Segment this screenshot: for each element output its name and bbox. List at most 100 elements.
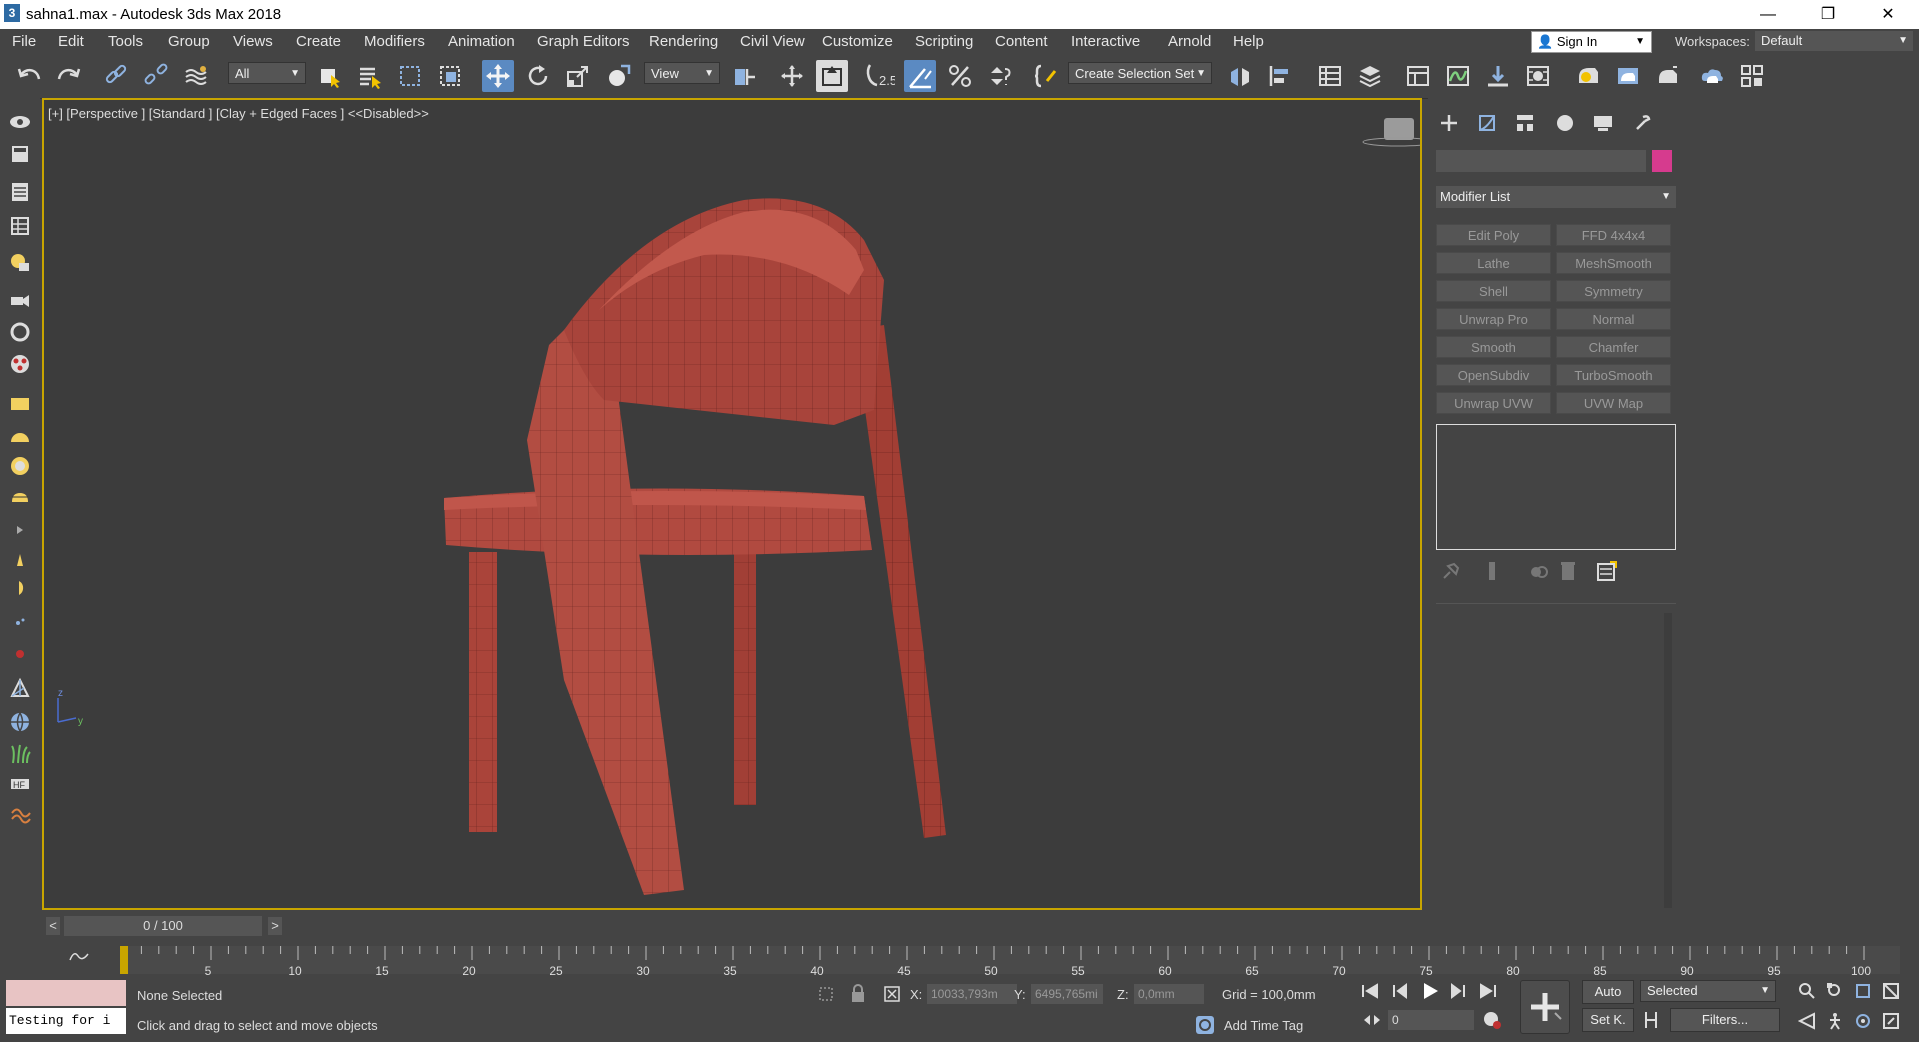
modifier-button[interactable]: Lathe	[1436, 252, 1551, 274]
make-unique-icon[interactable]	[1528, 560, 1550, 585]
current-frame-marker[interactable]	[120, 946, 128, 974]
select-object-button[interactable]	[314, 60, 346, 92]
set-key-button[interactable]: Set K.	[1582, 1008, 1634, 1032]
modifier-button[interactable]: Unwrap Pro	[1436, 308, 1551, 330]
select-and-manipulate-button[interactable]	[776, 60, 808, 92]
menu-interactive[interactable]: Interactive	[1071, 33, 1140, 50]
menu-tools[interactable]: Tools	[108, 33, 143, 50]
percent-snap-toggle-button[interactable]	[944, 60, 976, 92]
hemisphere-icon[interactable]	[8, 424, 32, 448]
table-view-icon[interactable]	[8, 214, 32, 238]
sign-in-dropdown[interactable]: 👤 Sign In ▼	[1531, 31, 1652, 53]
film-reel-icon[interactable]	[8, 352, 32, 376]
layer-manager-icon[interactable]	[8, 180, 32, 204]
x-coordinate-field[interactable]: 10033,793m	[927, 984, 1017, 1004]
select-and-link-button[interactable]	[100, 60, 132, 92]
mini-curve-editor-icon[interactable]	[68, 948, 90, 967]
menu-arnold[interactable]: Arnold	[1168, 33, 1211, 50]
snaps-toggle-button[interactable]: 2.5	[864, 60, 896, 92]
menu-edit[interactable]: Edit	[58, 33, 84, 50]
half-moon-icon[interactable]	[8, 576, 32, 600]
box-icon[interactable]	[8, 392, 32, 416]
current-frame-field[interactable]: 0	[1388, 1010, 1474, 1030]
curve-editor-button[interactable]	[1442, 60, 1474, 92]
lighting-icon[interactable]	[8, 250, 32, 274]
modifier-button[interactable]: Smooth	[1436, 336, 1551, 358]
menu-graph-editors[interactable]: Graph Editors	[537, 33, 630, 50]
modifier-list-dropdown[interactable]: Modifier List ▼	[1436, 186, 1676, 208]
timeline-ruler[interactable]: 5 10 15 20 25 30 35 40 45 50 55 60 65 70…	[120, 946, 1900, 978]
go-to-end-icon[interactable]	[1478, 982, 1498, 1003]
key-mode-icon[interactable]	[1362, 1012, 1382, 1031]
motion-tab-icon[interactable]	[1550, 108, 1580, 138]
track-bar[interactable]: 5 10 15 20 25 30 35 40 45 50 55 60 65 70…	[42, 942, 1919, 978]
key-filter-icon[interactable]	[1642, 1010, 1664, 1033]
redo-button[interactable]	[52, 60, 84, 92]
schematic-view-button[interactable]	[1482, 60, 1514, 92]
globe-icon[interactable]	[8, 710, 32, 734]
menu-create[interactable]: Create	[296, 33, 341, 50]
viewcube[interactable]	[1384, 118, 1414, 140]
angle-snap-toggle-button[interactable]	[904, 60, 936, 92]
select-and-rotate-button[interactable]	[522, 60, 554, 92]
zoom-extents-icon[interactable]	[1854, 982, 1872, 1003]
field-of-view-icon[interactable]	[1797, 1012, 1816, 1033]
compass-icon[interactable]	[8, 676, 32, 700]
sphere-icon[interactable]	[8, 454, 32, 478]
edit-named-selection-sets-button[interactable]	[1030, 60, 1062, 92]
add-time-tag[interactable]: Add Time Tag	[1224, 1018, 1303, 1033]
isolate-selection-icon[interactable]	[816, 984, 836, 1007]
menu-content[interactable]: Content	[995, 33, 1048, 50]
set-keys-button[interactable]	[1520, 980, 1570, 1034]
render-in-cloud-button[interactable]	[1696, 60, 1728, 92]
key-filters-button[interactable]: Filters...	[1670, 1008, 1780, 1032]
lock-icon[interactable]	[850, 984, 866, 1007]
render-setup-button[interactable]	[1572, 60, 1604, 92]
configure-modifier-sets-icon[interactable]	[1596, 560, 1618, 585]
modifier-button[interactable]: Unwrap UVW	[1436, 392, 1551, 414]
absolute-mode-icon[interactable]	[882, 984, 902, 1007]
wave-icon[interactable]	[8, 802, 32, 826]
modifier-button[interactable]: Shell	[1436, 280, 1551, 302]
time-slider[interactable]: 0 / 100	[64, 916, 262, 936]
modifier-button[interactable]: MeshSmooth	[1556, 252, 1671, 274]
zoom-all-icon[interactable]	[1826, 982, 1844, 1003]
hair-fur-icon[interactable]: HF	[8, 772, 32, 796]
workspaces-select[interactable]: Default ▼	[1755, 31, 1913, 51]
pivot-point-center-button[interactable]	[728, 60, 760, 92]
a360-gallery-button[interactable]	[1736, 60, 1768, 92]
pin-stack-icon[interactable]	[1440, 560, 1462, 585]
zoom-icon[interactable]	[1798, 982, 1816, 1003]
play-icon[interactable]	[1420, 981, 1440, 1004]
unlink-selection-button[interactable]	[140, 60, 172, 92]
restore-button[interactable]: ❐	[1800, 0, 1856, 29]
reference-coordinate-dropdown[interactable]: View ▼	[644, 62, 720, 84]
light-bulb-icon[interactable]	[8, 548, 32, 572]
menu-customize[interactable]: Customize	[822, 33, 893, 50]
toggle-scene-explorer-button[interactable]	[1402, 60, 1434, 92]
modifier-stack[interactable]	[1436, 424, 1676, 550]
modifier-button[interactable]: TurboSmooth	[1556, 364, 1671, 386]
time-tag-icon[interactable]	[1194, 1014, 1216, 1039]
chair-model[interactable]: z y	[44, 100, 1420, 908]
menu-modifiers[interactable]: Modifiers	[364, 33, 425, 50]
show-end-result-icon[interactable]	[1484, 560, 1500, 585]
menu-scripting[interactable]: Scripting	[915, 33, 973, 50]
next-frame-icon[interactable]	[1448, 982, 1468, 1003]
select-by-name-button[interactable]	[354, 60, 386, 92]
helper-icon[interactable]	[8, 320, 32, 344]
keyboard-shortcut-override-button[interactable]	[816, 60, 848, 92]
named-selection-sets-dropdown[interactable]: Create Selection Set ▼	[1068, 62, 1212, 84]
modify-tab-icon[interactable]	[1472, 108, 1502, 138]
scene-explorer-icon[interactable]	[8, 142, 32, 166]
menu-animation[interactable]: Animation	[448, 33, 515, 50]
orbit-icon[interactable]	[1854, 1012, 1872, 1033]
modifier-button[interactable]: OpenSubdiv	[1436, 364, 1551, 386]
close-button[interactable]: ✕	[1860, 0, 1916, 29]
select-and-scale-button[interactable]	[562, 60, 594, 92]
menu-rendering[interactable]: Rendering	[649, 33, 718, 50]
modifier-button[interactable]: FFD 4x4x4	[1556, 224, 1671, 246]
previous-frame-icon[interactable]	[1390, 982, 1410, 1003]
red-dot-icon[interactable]	[8, 642, 32, 666]
go-to-start-icon[interactable]	[1360, 982, 1380, 1003]
